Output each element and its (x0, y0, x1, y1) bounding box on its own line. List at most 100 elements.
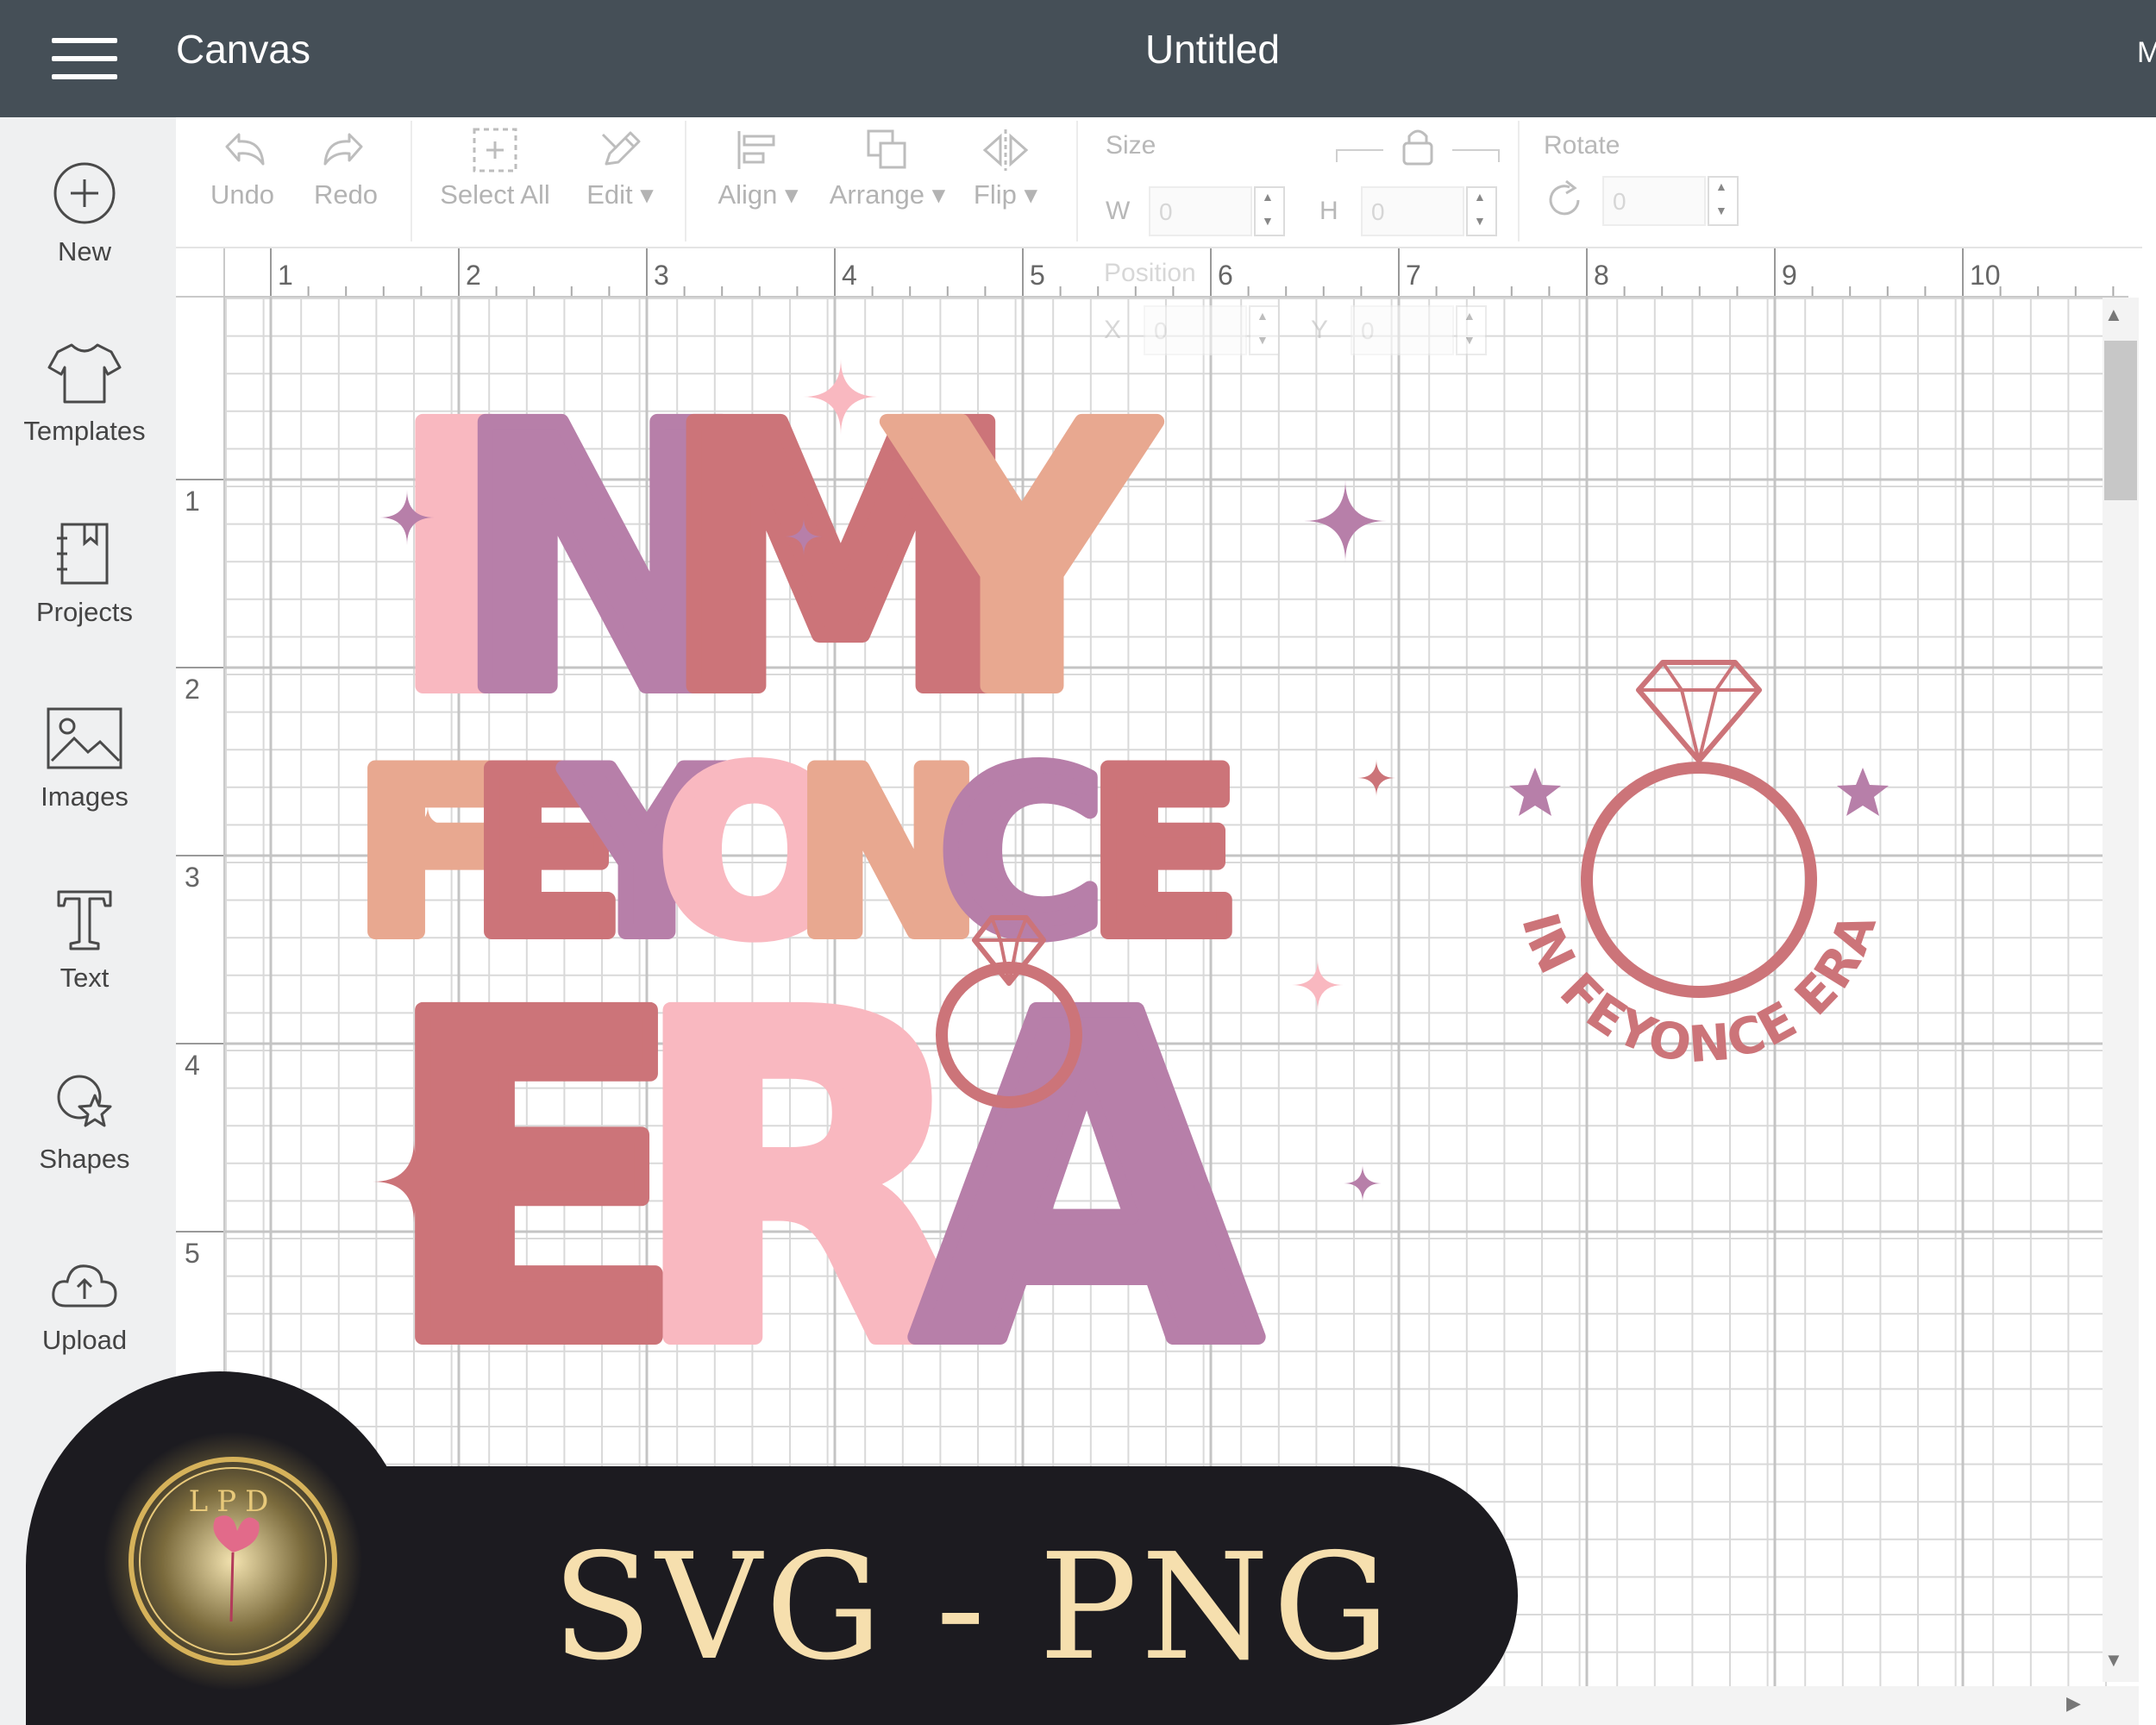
height-stepper[interactable] (1466, 186, 1497, 236)
ruler-top-label: 4 (842, 260, 857, 291)
rotate-input[interactable]: 0 (1602, 176, 1706, 226)
ruler-left-label: 5 (185, 1238, 200, 1269)
chevron-down-icon: ▾ (1016, 179, 1038, 210)
tshirt-icon (47, 343, 122, 404)
redo-label: Redo (313, 179, 379, 210)
ruler-top-label: 9 (1782, 260, 1797, 291)
y-label: Y (1311, 316, 1329, 344)
ruler-left-label: 1 (185, 486, 200, 517)
ruler-left-label: 4 (185, 1050, 200, 1081)
chevron-down-icon: ▾ (924, 179, 946, 210)
lock-aspect-icon[interactable] (1332, 124, 1504, 167)
rotate-label: Rotate (1544, 131, 1620, 160)
undo-icon (225, 133, 265, 166)
rotate-stepper[interactable] (1708, 176, 1739, 226)
x-label: X (1104, 316, 1122, 344)
select-all-button[interactable]: Select All (435, 117, 555, 210)
feyonce-era-design[interactable]: INMYFEYONCEERA (362, 345, 1432, 1380)
sidebar-item-upload[interactable]: Upload (0, 1256, 169, 1356)
chevron-down-icon: ▾ (632, 179, 654, 210)
ruler-top-label: 2 (466, 260, 481, 291)
select-all-icon (473, 128, 517, 172)
toolbar-divider (1518, 121, 1520, 242)
sparkle-icon (1344, 1164, 1382, 1202)
width-stepper[interactable] (1254, 186, 1285, 236)
align-label: Align (718, 179, 778, 210)
star-icon (1509, 768, 1889, 816)
position-label: Position (1104, 259, 1196, 287)
plus-circle-icon (53, 162, 116, 224)
ruler-left-label: 2 (185, 674, 200, 705)
edit-pencil-icon (601, 131, 641, 166)
app-title: Canvas (176, 27, 310, 72)
document-title[interactable]: Untitled (1145, 26, 1280, 72)
format-text: SVG - PNG (552, 1522, 1394, 1693)
flip-label: Flip (973, 179, 1017, 210)
sidebar-label-text: Text (60, 963, 110, 993)
ring-icon (1581, 660, 1817, 998)
sidebar-label-templates: Templates (23, 416, 146, 446)
align-dropdown[interactable]: Align ▾ (702, 117, 814, 210)
y-stepper[interactable] (1456, 305, 1487, 355)
width-input[interactable]: 0 (1149, 186, 1252, 236)
edit-dropdown[interactable]: Edit ▾ (573, 117, 667, 210)
sidebar-label-images: Images (41, 781, 128, 812)
sparkle-icon (1357, 759, 1395, 797)
undo-button[interactable]: Undo (204, 117, 281, 210)
scroll-up-arrow-icon[interactable]: ▲ (2104, 304, 2123, 326)
hamburger-menu-icon[interactable] (52, 38, 117, 79)
sidebar-item-shapes[interactable]: Shapes (0, 1066, 169, 1175)
sidebar-label-upload: Upload (41, 1325, 128, 1355)
scroll-down-arrow-icon[interactable]: ▼ (2104, 1649, 2123, 1672)
image-icon (47, 707, 122, 769)
shapes-icon (57, 1075, 112, 1127)
cloud-upload-icon (52, 1264, 117, 1308)
edit-toolbar: Undo Redo Select All Edit ▾ Align ▾ Arra… (176, 117, 2142, 248)
ruler-top-label: 1 (278, 260, 293, 291)
scroll-right-arrow-icon[interactable]: ▶ (2066, 1692, 2081, 1715)
sidebar-item-templates[interactable]: Templates (0, 338, 169, 447)
select-all-label: Select All (440, 179, 550, 210)
arrange-dropdown[interactable]: Arrange ▾ (823, 117, 952, 210)
ruler-left-label: 3 (185, 862, 200, 893)
sidebar-item-projects[interactable]: Projects (0, 519, 169, 628)
round-ring-logo[interactable]: IN FEYONCE ERA (1466, 621, 1915, 1104)
redo-button[interactable]: Redo (307, 117, 385, 210)
text-t-icon (57, 890, 112, 950)
sidebar-item-text[interactable]: Text (0, 885, 169, 994)
ruler-top-label: 10 (1970, 260, 2001, 291)
chevron-down-icon: ▾ (777, 179, 799, 210)
ruler-top-label: 3 (654, 260, 669, 291)
sidebar-item-images[interactable]: Images (0, 704, 169, 812)
sidebar-label-shapes: Shapes (39, 1144, 130, 1174)
lpd-logo: LPD (103, 1432, 362, 1690)
arrange-icon (867, 129, 906, 169)
align-icon (737, 131, 775, 169)
height-label: H (1319, 197, 1338, 225)
height-input[interactable]: 0 (1361, 186, 1464, 236)
sparkle-icon (1292, 959, 1344, 1011)
vertical-scrollbar-thumb[interactable] (2104, 341, 2137, 500)
ruler-top-label: 5 (1030, 260, 1045, 291)
redo-icon (323, 133, 363, 166)
toolbar-divider (685, 121, 686, 242)
lpd-monogram: LPD (189, 1484, 278, 1519)
flip-dropdown[interactable]: Flip ▾ (962, 117, 1049, 210)
toolbar-divider (1076, 121, 1078, 242)
header-truncated-menu[interactable]: M (2137, 36, 2156, 70)
vertical-scrollbar[interactable] (2103, 298, 2139, 1682)
arrange-label: Arrange (829, 179, 925, 210)
rotate-icon (1549, 179, 1580, 216)
sidebar-label-new: New (57, 236, 111, 267)
flip-icon (982, 129, 1029, 171)
top-header (0, 0, 2156, 117)
design-letter: Y (885, 350, 1156, 772)
sidebar-item-new[interactable]: New (0, 159, 169, 267)
size-label: Size (1106, 131, 1156, 160)
toolbar-divider (411, 121, 412, 242)
sparkle-icon (1304, 480, 1387, 562)
width-label: W (1106, 197, 1131, 225)
undo-label: Undo (210, 179, 275, 210)
notebook-icon (57, 523, 109, 585)
edit-label: Edit (586, 179, 633, 210)
